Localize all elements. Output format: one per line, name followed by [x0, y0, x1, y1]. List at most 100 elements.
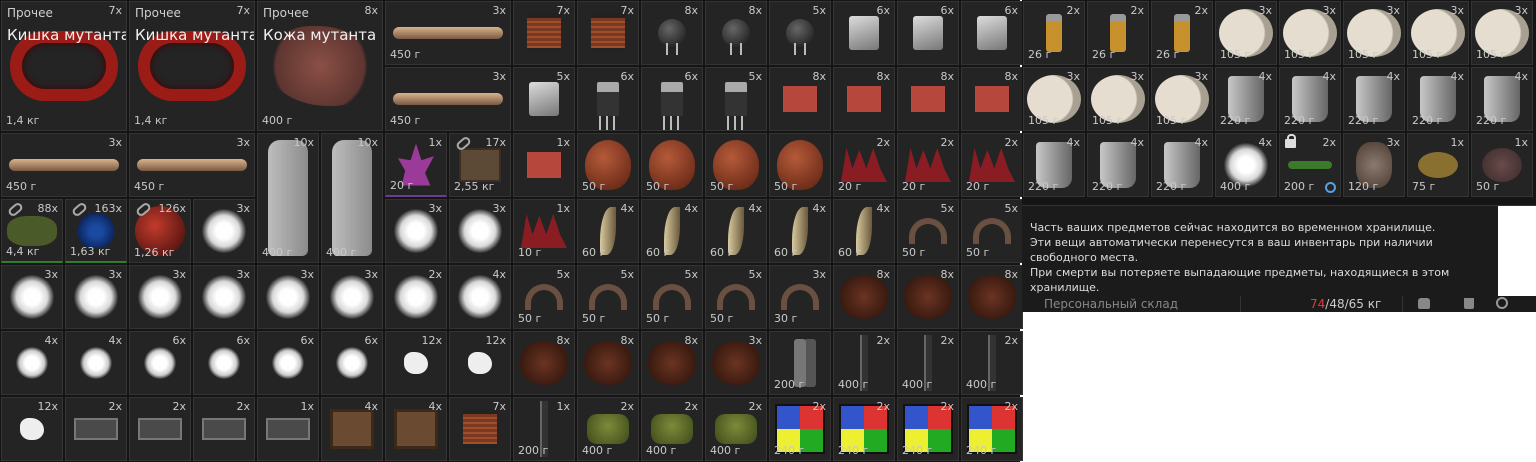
item-slot[interactable]: 3x 450 г [385, 1, 511, 65]
item-slot[interactable]: 2x 20 г [897, 133, 959, 197]
item-slot[interactable]: 8x [577, 331, 639, 395]
item-slot[interactable]: 8x [641, 1, 703, 65]
item-slot[interactable]: 3x 450 г [385, 67, 511, 131]
item-slot[interactable]: 3x 450 г [129, 133, 255, 197]
stash-label[interactable]: Персональный склад [1044, 296, 1178, 312]
item-slot[interactable]: 6x [897, 1, 959, 65]
item-slot[interactable]: 4x 220 г [1407, 67, 1469, 131]
item-slot[interactable]: 12x [1, 397, 63, 461]
item-slot[interactable]: 4x [65, 331, 127, 395]
item-slot[interactable]: 6x [833, 1, 895, 65]
item-slot[interactable]: 6x [257, 331, 319, 395]
item-slot[interactable]: 200 г [769, 331, 831, 395]
item-slot[interactable]: 5x [769, 1, 831, 65]
item-slot[interactable]: 5x 50 г [897, 199, 959, 263]
item-slot[interactable]: 3x [257, 265, 319, 329]
item-slot[interactable]: 8x [769, 67, 831, 131]
item-slot[interactable]: 2x 400 г [961, 331, 1023, 395]
item-slot[interactable]: 3x 105 г [1407, 1, 1469, 65]
item-slot[interactable]: 8x [961, 67, 1023, 131]
item-slot[interactable]: 2x 400 г [833, 331, 895, 395]
trash-icon[interactable] [1464, 298, 1474, 309]
item-slot[interactable]: 2x [385, 265, 447, 329]
item-slot[interactable]: 4x [1, 331, 63, 395]
item-slot[interactable]: 2x 400 г [577, 397, 639, 461]
item-slot[interactable]: 50 г [641, 133, 703, 197]
item-slot[interactable]: Прочее Кишка мутанта 7x 1,4 кг [129, 1, 255, 131]
item-slot[interactable]: 3x 105 г [1023, 67, 1085, 131]
item-slot[interactable]: 7x [577, 1, 639, 65]
item-slot[interactable]: 1x 75 г [1407, 133, 1469, 197]
item-slot[interactable]: 2x [129, 397, 191, 461]
item-slot[interactable]: 6x [577, 67, 639, 131]
item-slot[interactable]: 4x 220 г [1023, 133, 1085, 197]
item-slot[interactable]: 6x [321, 331, 383, 395]
item-slot[interactable]: 4x 400 г [1215, 133, 1277, 197]
item-slot[interactable]: 2x [193, 397, 255, 461]
item-slot[interactable]: 3x [321, 265, 383, 329]
item-slot[interactable]: 2x 400 г [641, 397, 703, 461]
item-slot[interactable]: 5x 50 г [641, 265, 703, 329]
item-slot[interactable]: 2x 240 г [769, 397, 831, 461]
item-slot[interactable]: 2x 26 г [1151, 1, 1213, 65]
item-slot[interactable]: 4x 220 г [1215, 67, 1277, 131]
item-slot[interactable]: 4x 220 г [1151, 133, 1213, 197]
item-slot[interactable]: 50 г [705, 133, 767, 197]
item-slot[interactable]: 50 г [577, 133, 639, 197]
item-slot[interactable]: 6x [641, 67, 703, 131]
item-slot[interactable]: 50 г [769, 133, 831, 197]
item-slot[interactable]: 6x [961, 1, 1023, 65]
item-slot[interactable]: 1x 200 г [513, 397, 575, 461]
item-slot[interactable]: 126x 1,26 кг [129, 199, 191, 263]
item-slot[interactable]: 3x 105 г [1087, 67, 1149, 131]
item-slot[interactable]: 2x 240 г [897, 397, 959, 461]
item-slot[interactable]: 3x 105 г [1471, 1, 1533, 65]
item-slot[interactable]: 2x 240 г [961, 397, 1023, 461]
item-slot[interactable]: 2x 20 г [833, 133, 895, 197]
item-slot[interactable]: 4x 60 г [641, 199, 703, 263]
item-slot[interactable]: 2x 240 г [833, 397, 895, 461]
item-slot[interactable]: 17x 2,55 кг [449, 133, 511, 197]
item-slot[interactable]: 3x [449, 199, 511, 263]
item-slot[interactable]: 4x 60 г [577, 199, 639, 263]
item-slot[interactable]: 8x [897, 265, 959, 329]
item-slot[interactable]: 6x [129, 331, 191, 395]
item-slot[interactable]: 2x [65, 397, 127, 461]
item-slot[interactable]: 88x 4,4 кг [1, 199, 63, 263]
item-slot[interactable]: 4x [385, 397, 447, 461]
item-slot[interactable]: 12x [449, 331, 511, 395]
item-slot[interactable]: 8x [705, 1, 767, 65]
item-slot[interactable]: 2x 200 г [1279, 133, 1341, 197]
item-slot[interactable]: 2x 400 г [705, 397, 767, 461]
item-slot[interactable]: 8x [513, 331, 575, 395]
item-slot[interactable]: 12x [385, 331, 447, 395]
item-slot[interactable]: 5x 50 г [577, 265, 639, 329]
item-slot[interactable]: 3x [385, 199, 447, 263]
item-slot[interactable]: 1x 50 г [1471, 133, 1533, 197]
clock-icon[interactable] [1496, 297, 1508, 309]
item-slot[interactable]: 8x [833, 265, 895, 329]
item-slot[interactable]: 1x [513, 133, 575, 197]
item-slot[interactable]: 3x 105 г [1343, 1, 1405, 65]
item-slot[interactable]: 4x 60 г [705, 199, 767, 263]
item-slot[interactable]: 1x 20 г [385, 133, 447, 197]
item-slot[interactable]: 3x 105 г [1151, 67, 1213, 131]
item-slot[interactable]: 163x 1,63 кг [65, 199, 127, 263]
item-slot[interactable]: 3x [193, 265, 255, 329]
item-slot[interactable]: 10x 400 г [321, 133, 383, 263]
item-slot[interactable]: 4x [321, 397, 383, 461]
item-slot[interactable]: 4x [449, 265, 511, 329]
item-slot[interactable]: 3x [705, 331, 767, 395]
item-slot[interactable]: Прочее Кишка мутанта 7x 1,4 кг [1, 1, 127, 131]
item-slot[interactable]: 8x [833, 67, 895, 131]
item-slot[interactable]: 10x 400 г [257, 133, 319, 263]
item-slot[interactable]: 3x 105 г [1215, 1, 1277, 65]
item-slot[interactable]: 4x 220 г [1471, 67, 1533, 131]
item-slot[interactable]: 7x [513, 1, 575, 65]
item-slot[interactable]: 8x [641, 331, 703, 395]
item-slot[interactable]: 1x [257, 397, 319, 461]
item-slot[interactable]: 2x 400 г [897, 331, 959, 395]
item-slot[interactable]: 4x 220 г [1087, 133, 1149, 197]
item-slot[interactable]: 1x 10 г [513, 199, 575, 263]
item-slot[interactable]: 4x 220 г [1343, 67, 1405, 131]
